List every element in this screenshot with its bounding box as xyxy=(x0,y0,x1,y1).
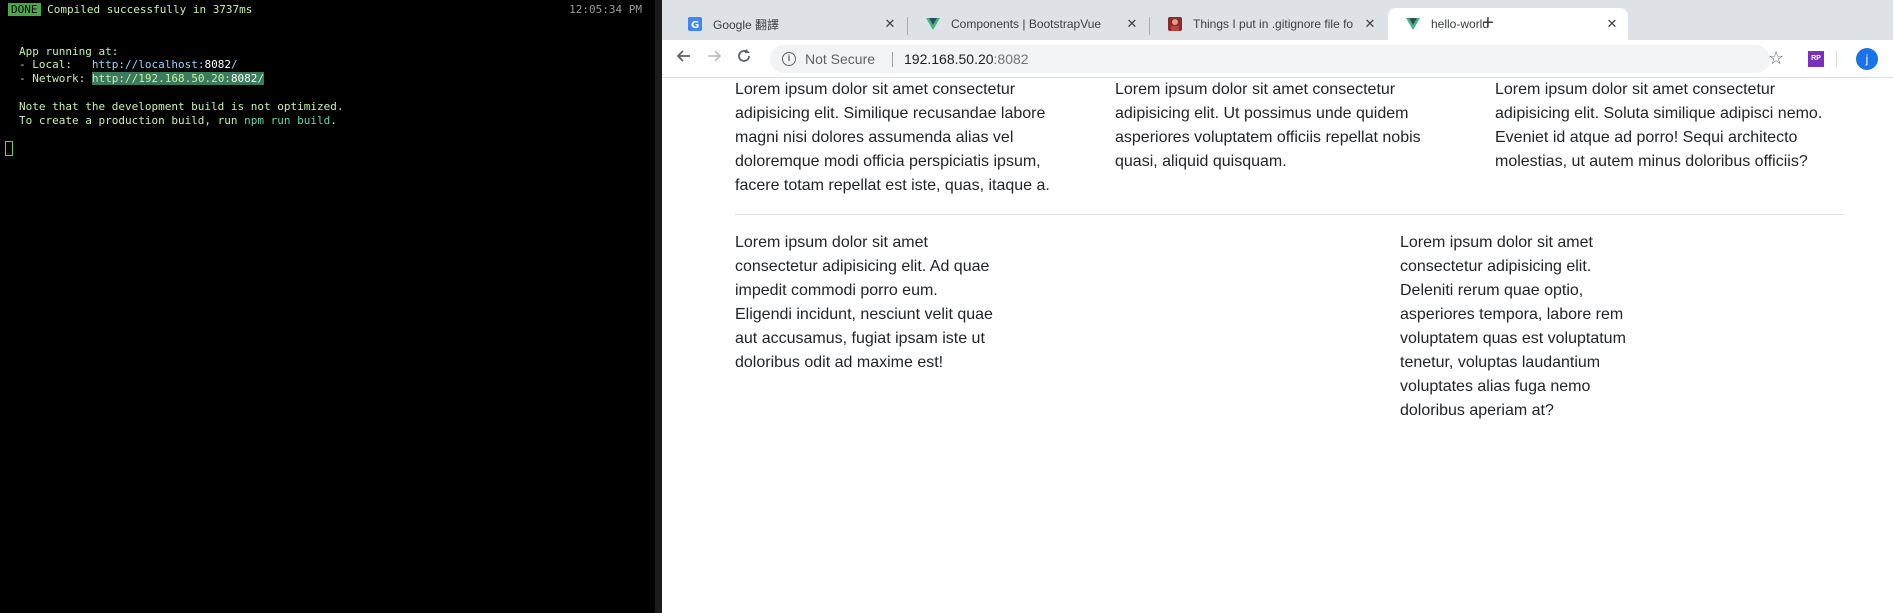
network-label: - Network: xyxy=(19,72,92,85)
browser-toolbar: i Not Secure 192.168.50.20:8082 ☆ RP j xyxy=(662,40,1893,78)
done-badge: DONE xyxy=(8,3,41,16)
tab-gitignore-article[interactable]: Things I put in .gitignore file fo ✕ xyxy=(1150,8,1386,40)
toolbar-separator xyxy=(1836,51,1837,67)
security-separator xyxy=(892,52,893,67)
local-url[interactable]: http://localhost:8082/ xyxy=(92,58,238,71)
close-tab-icon[interactable]: ✕ xyxy=(1604,16,1620,32)
build-hint-suffix: . xyxy=(330,114,337,127)
extension-icon[interactable]: RP xyxy=(1808,51,1824,67)
row2-col2-text: Lorem ipsum dolor sit amet consectetur a… xyxy=(1400,234,1626,419)
close-tab-icon[interactable]: ✕ xyxy=(1362,16,1378,32)
forward-arrow-icon xyxy=(708,50,722,62)
close-tab-icon[interactable]: ✕ xyxy=(882,16,898,32)
bookmark-star-icon[interactable]: ☆ xyxy=(1768,47,1784,69)
local-url-line: - Local: http://localhost:8082/ xyxy=(19,58,238,72)
address-bar[interactable]: i Not Secure 192.168.50.20:8082 xyxy=(770,45,1770,73)
compile-message: Compiled successfully in 3737ms xyxy=(47,3,253,16)
build-hint-prefix: To create a production build, run xyxy=(19,114,245,127)
security-label[interactable]: Not Secure xyxy=(805,51,875,67)
production-build-hint: To create a production build, run npm ru… xyxy=(19,114,337,128)
tab-title: Things I put in .gitignore file fo xyxy=(1193,17,1354,31)
window-divider xyxy=(655,0,662,613)
url-port: :8082 xyxy=(993,51,1029,67)
info-icon[interactable]: i xyxy=(782,52,796,66)
app-running-label: App running at: xyxy=(19,45,119,58)
svg-text:G: G xyxy=(691,20,699,31)
profile-avatar[interactable]: j xyxy=(1856,48,1878,70)
tab-title: Google 翻譯 xyxy=(713,17,780,32)
row2-col1-text: Lorem ipsum dolor sit amet consectetur a… xyxy=(735,234,993,371)
row1-col3-text: Lorem ipsum dolor sit amet consectetur a… xyxy=(1495,81,1823,170)
dev-build-note: Note that the development build is not o… xyxy=(19,100,344,113)
compile-status-line: DONE Compiled successfully in 3737ms xyxy=(8,3,252,17)
network-url-base: http://192.168.50.20: xyxy=(91,72,231,85)
local-url-base: http://localhost: xyxy=(91,58,205,71)
local-url-slash: / xyxy=(230,58,238,71)
network-url[interactable]: http://192.168.50.20:8082/ xyxy=(91,72,265,85)
build-command: npm run build xyxy=(244,114,331,127)
tab-google-translate[interactable]: G Google 翻譯 ✕ xyxy=(670,8,906,40)
tab-title: hello-world xyxy=(1431,17,1490,31)
forward-button[interactable] xyxy=(703,48,725,70)
reload-icon xyxy=(738,49,750,62)
network-url-slash: / xyxy=(257,72,265,85)
local-label: - Local: xyxy=(19,58,92,71)
row1-col1-text: Lorem ipsum dolor sit amet consectetur a… xyxy=(735,81,1050,194)
google-translate-icon: G xyxy=(687,16,703,32)
new-tab-button[interactable]: + xyxy=(1477,13,1499,35)
reload-button[interactable] xyxy=(733,48,755,70)
browser-window: G Google 翻譯 ✕ Components | BootstrapVue … xyxy=(662,0,1893,613)
row1-col2-text: Lorem ipsum dolor sit amet consectetur a… xyxy=(1115,81,1421,170)
back-arrow-icon xyxy=(676,50,690,62)
page-content: Lorem ipsum dolor sit amet consectetur a… xyxy=(662,79,1893,613)
tab-title: Components | BootstrapVue xyxy=(951,17,1102,31)
avatar-favicon-icon xyxy=(1167,16,1183,32)
url-host: 192.168.50.20 xyxy=(904,51,994,67)
network-url-port: 8082 xyxy=(230,72,258,85)
local-url-port: 8082 xyxy=(204,58,231,71)
back-button[interactable] xyxy=(673,48,695,70)
bootstrapvue-icon xyxy=(925,16,941,32)
url-text[interactable]: 192.168.50.20:8082 xyxy=(904,51,1029,67)
network-url-line: - Network: http://192.168.50.20:8082/ xyxy=(19,72,265,86)
terminal-timestamp: 12:05:34 PM xyxy=(569,3,642,16)
terminal-cursor xyxy=(5,141,13,156)
tab-bootstrapvue[interactable]: Components | BootstrapVue ✕ xyxy=(908,8,1148,40)
terminal-window[interactable]: DONE Compiled successfully in 3737ms 12:… xyxy=(0,0,662,613)
section-divider xyxy=(735,214,1845,215)
close-tab-icon[interactable]: ✕ xyxy=(1124,16,1140,32)
tab-hello-world[interactable]: hello-world ✕ xyxy=(1388,8,1628,40)
tab-strip: G Google 翻譯 ✕ Components | BootstrapVue … xyxy=(662,0,1893,40)
vue-icon xyxy=(1405,16,1421,32)
